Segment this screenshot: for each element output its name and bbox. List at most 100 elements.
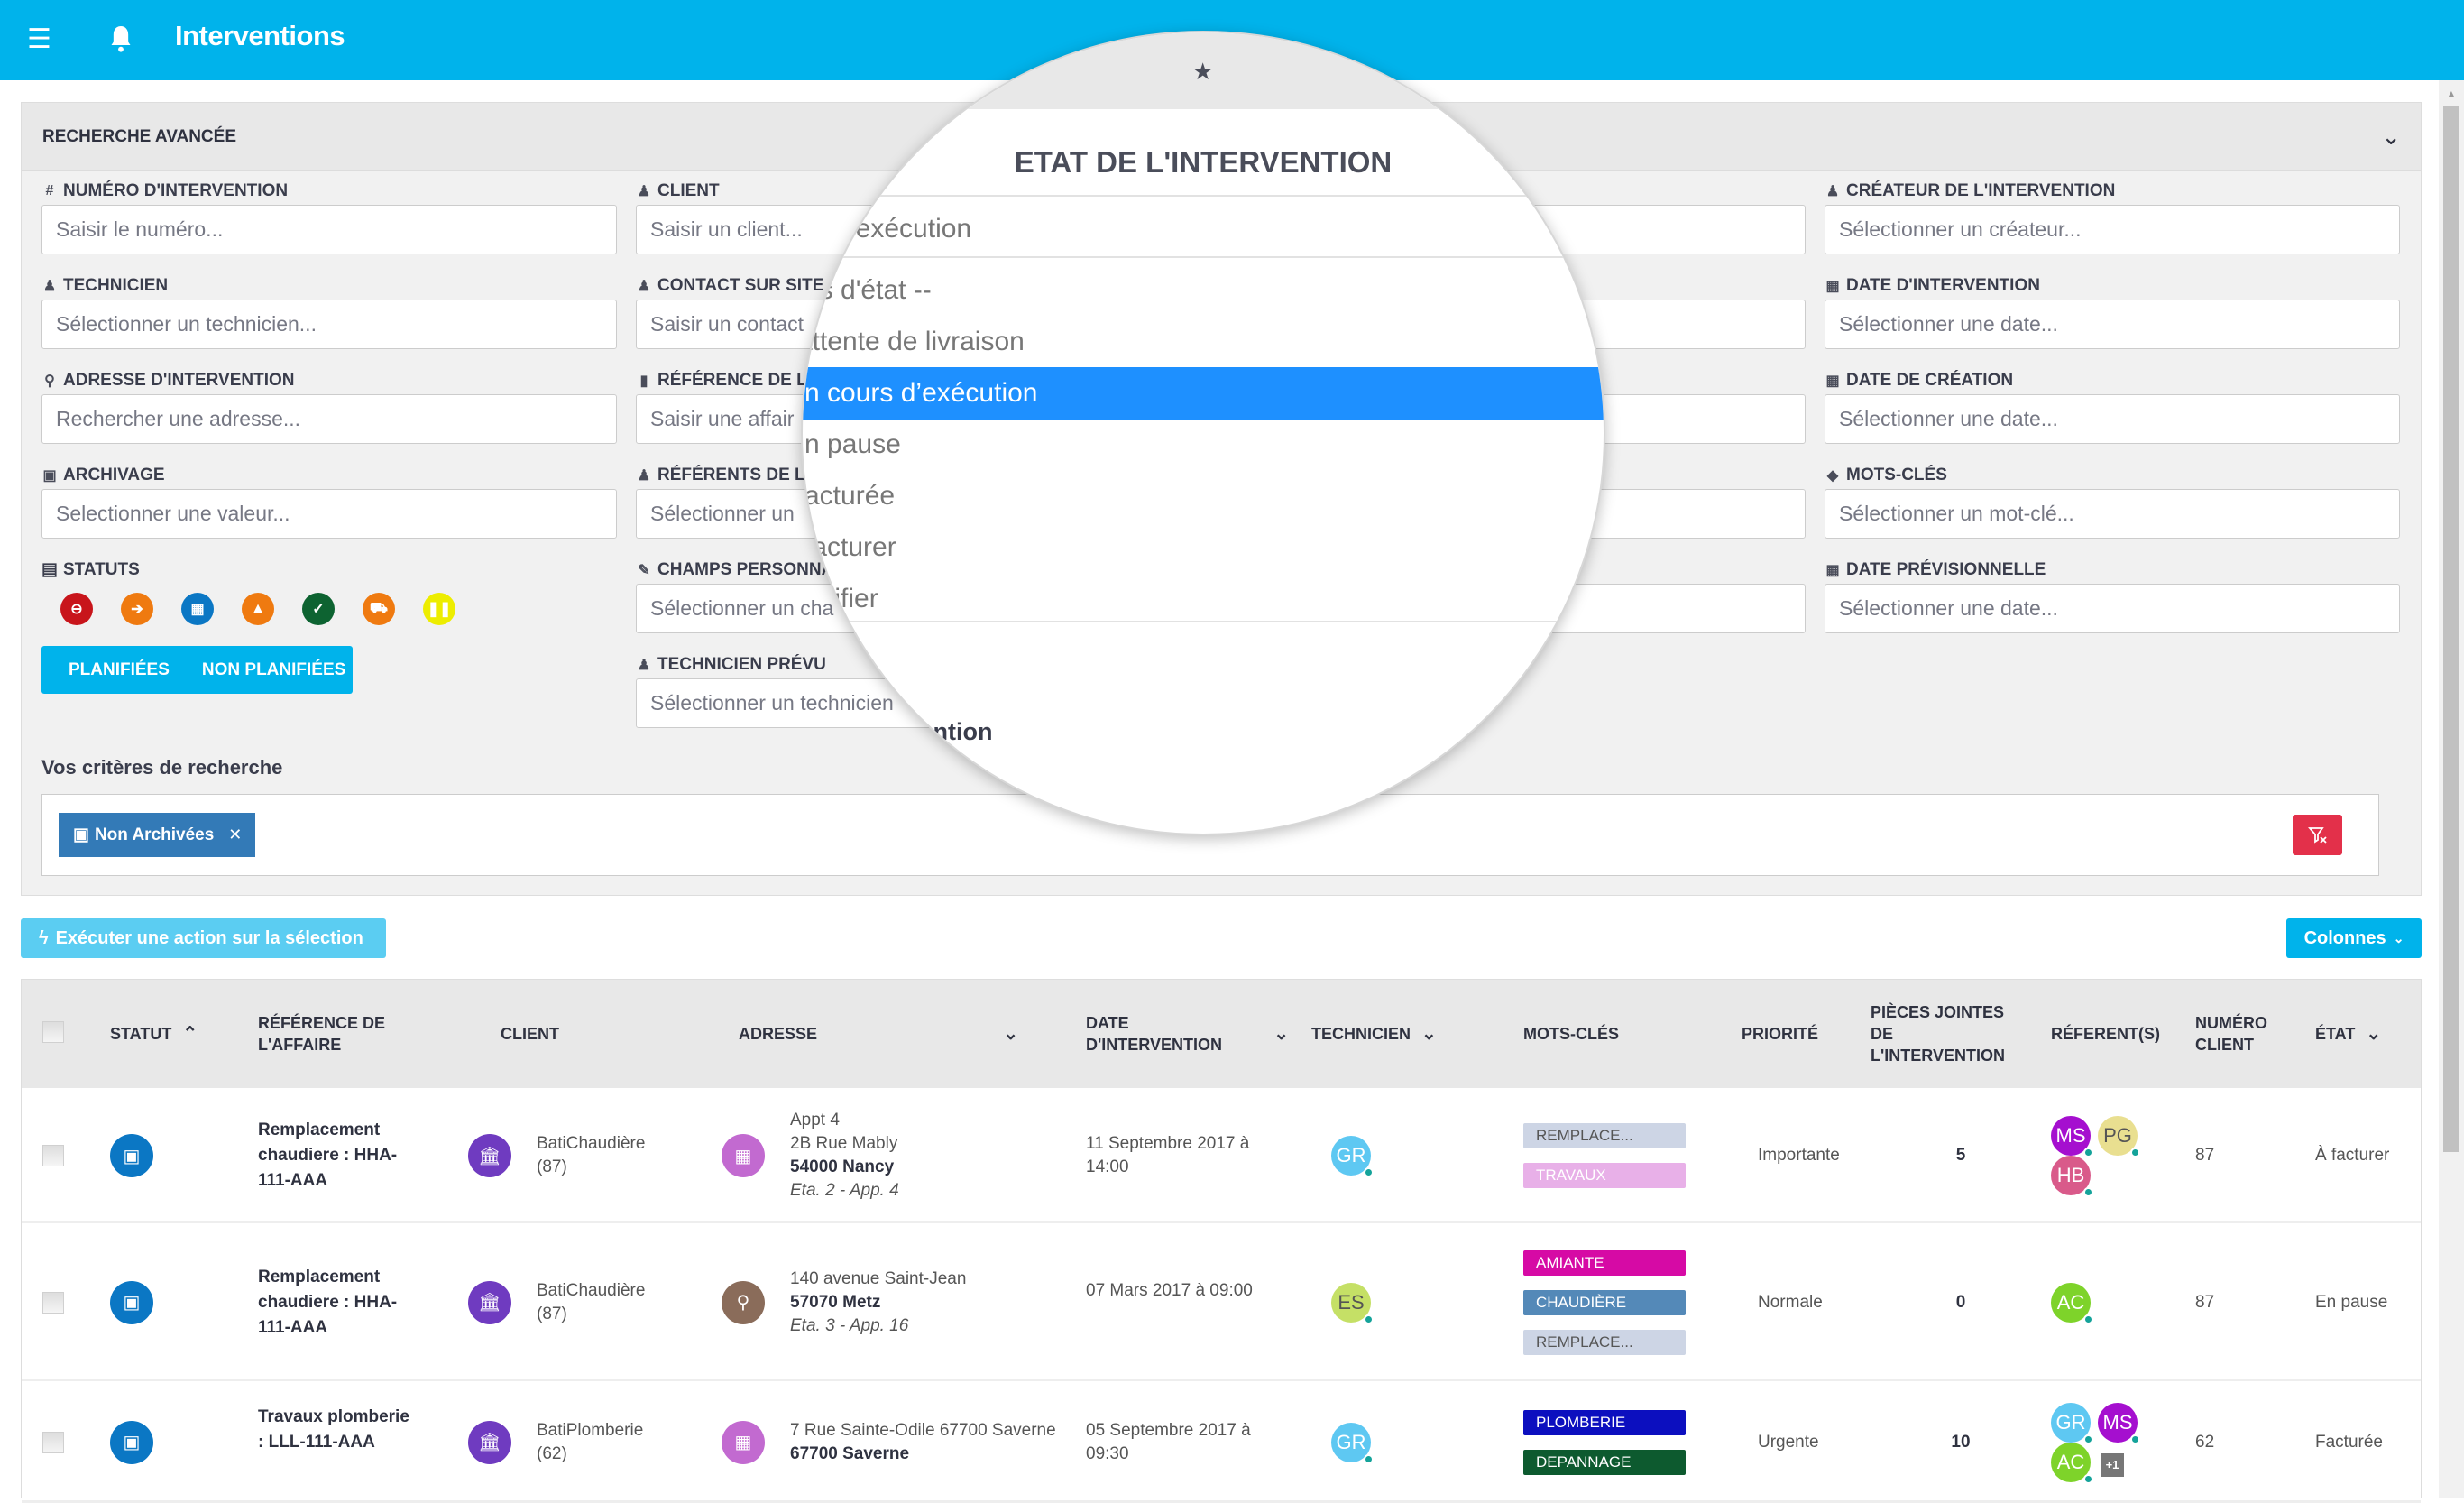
state-option[interactable]: facturer [803,521,1604,574]
field-icon: ⚲ [44,373,55,389]
technician-avatar[interactable]: GR [1331,1422,1374,1464]
technician-avatar[interactable]: ES [1331,1282,1374,1324]
search-input[interactable] [41,489,617,539]
institution-icon: 🏛 [468,1280,511,1324]
star-icon[interactable]: ★ [1192,58,1213,86]
column-header-statut[interactable]: STATUT ⌃ [110,980,198,1088]
affaire-reference[interactable]: Remplacement chaudiere : HHA-111-AAA [258,1265,416,1341]
technician-avatar[interactable]: GR [1331,1136,1374,1177]
hamburger-icon[interactable]: ☰ [27,26,56,53]
search-input[interactable] [1825,394,2400,444]
column-header-technicien[interactable]: TECHNICIEN ⌄ [1311,980,1437,1088]
table-row[interactable]: ▣ Travaux plomberie : LLL-111-AAA 🏛 Bati… [22,1381,2421,1503]
avatar-initials: AC [2056,1290,2085,1314]
car-status-icon[interactable]: ⛟ [363,593,395,625]
state-dropdown-input[interactable]: rs d’exécution [803,203,1604,255]
pause-status-icon[interactable]: ❚❚ [423,593,455,625]
search-input[interactable] [41,394,617,444]
search-input[interactable] [1825,489,2400,539]
field-label-text: ADRESSE D'INTERVENTION [63,371,295,390]
magnifier-toolbar: ★ [803,32,1604,109]
column-header-etat[interactable]: ÉTAT ⌄ [2315,980,2381,1088]
referent-avatar[interactable]: MS [2098,1402,2140,1444]
scroll-up-icon[interactable]: ▲ [2446,88,2457,100]
affaire-reference[interactable]: Travaux plomberie : LLL-111-AAA [258,1405,416,1455]
field-label-text: NUMÉRO D'INTERVENTION [63,181,289,200]
cancelled-status-icon[interactable]: ⊖ [60,593,93,625]
search-input[interactable] [41,300,617,349]
online-indicator [2130,1148,2140,1157]
criteria-chip[interactable]: ▣ Non Archivées ✕ [59,813,255,857]
state-option[interactable]: acturée [803,470,1604,522]
keyword-tag[interactable]: TRAVAUX [1523,1163,1686,1188]
scheduled-status-icon[interactable]: ▦ [181,593,214,625]
search-input[interactable] [1825,584,2400,633]
search-field: ▣ ARCHIVAGE [41,465,617,539]
field-label-text: TECHNICIEN PRÉVU [657,655,826,674]
warning-status-icon[interactable]: ▲ [242,593,274,625]
keyword-tag[interactable]: PLOMBERIE [1523,1409,1686,1435]
bulk-action-button[interactable]: ϟ Exécuter une action sur la sélection [21,918,386,958]
search-input[interactable] [1825,300,2400,349]
keyword-tag[interactable]: REMPLACE... [1523,1329,1686,1355]
search-input[interactable] [1825,205,2400,254]
keyword-tag[interactable]: CHAUDIÈRE [1523,1289,1686,1315]
calendar-status-icon[interactable]: ▣ [110,1420,153,1464]
more-referents-badge[interactable]: +1 [2101,1452,2124,1477]
row-checkbox[interactable] [42,1431,64,1453]
referent-avatar[interactable]: PG [2098,1116,2140,1157]
referent-avatar[interactable]: AC [2051,1442,2093,1484]
chevron-down-icon[interactable]: ⌄ [2381,123,2401,151]
arrow-status-icon[interactable]: ➔ [121,593,153,625]
search-input[interactable] [41,205,617,254]
state-option[interactable]: attente de livraison [803,316,1596,368]
affaire-reference[interactable]: Remplacement chaudiere : HHA-111-AAA [258,1118,416,1194]
priority: Importante [1758,1146,1840,1165]
advanced-search-title: RECHERCHE AVANCÉE [42,127,237,146]
referent-avatar[interactable]: GR [2051,1402,2093,1444]
page-scrollbar[interactable]: ▲ [2439,80,2464,1498]
keyword-tag[interactable]: AMIANTE [1523,1249,1686,1276]
attachments-count[interactable]: 5 [1934,1144,1988,1167]
column-header-adresse[interactable]: ADRESSE ⌄ [739,980,1018,1088]
columns-button[interactable]: Colonnes ⌄ [2286,918,2422,958]
bell-icon[interactable] [108,23,133,54]
close-icon[interactable]: ✕ [228,825,242,844]
client-name[interactable]: BatiChaudière (87) [537,1279,645,1326]
chevron-down-icon: ⌄ [1273,1024,1289,1044]
client-label: BatiPlomberie [537,1420,644,1440]
table-row[interactable]: ▣ Remplacement chaudiere : HHA-111-AAA 🏛… [22,1223,2421,1381]
select-all-checkbox[interactable] [42,1021,64,1043]
unplanned-button[interactable]: NON PLANIFIÉES [170,660,345,680]
scrollbar-thumb[interactable] [2443,106,2459,1152]
planned-button[interactable]: PLANIFIÉES [41,660,170,680]
client-number: 62 [2195,1432,2215,1452]
field-label: ▦ DATE PRÉVISIONNELLE [1825,559,2400,581]
state-option[interactable]: as d'état -- [803,264,1604,317]
online-indicator [1364,1314,1374,1324]
referent-avatar[interactable]: MS [2051,1116,2093,1157]
client-name[interactable]: BatiPlomberie (62) [537,1419,643,1466]
state-option[interactable]: anifier [803,573,1604,625]
planning-toggle: PLANIFIÉES NON PLANIFIÉES [41,646,353,694]
attachments-count[interactable]: 0 [1934,1291,1988,1314]
online-indicator [2083,1434,2093,1444]
calendar-status-icon[interactable]: ▣ [110,1134,153,1177]
clear-filters-button[interactable] [2293,815,2342,855]
row-checkbox[interactable] [42,1145,64,1166]
referent-avatar[interactable]: AC [2051,1282,2093,1324]
calendar-status-icon[interactable]: ▣ [110,1280,153,1324]
column-header-date[interactable]: DATE D'INTERVENTION ⌄ [1086,980,1289,1088]
done-status-icon[interactable]: ✓ [302,593,335,625]
keyword-tag[interactable]: DEPANNAGE [1523,1449,1686,1475]
attachments-count[interactable]: 10 [1934,1431,1988,1454]
field-icon: ✎ [638,563,650,578]
client-name[interactable]: BatiChaudière (87) [537,1132,645,1179]
table-row[interactable]: ▣ Remplacement chaudiere : HHA-111-AAA 🏛… [22,1088,2421,1223]
keyword-tag[interactable]: REMPLACE... [1523,1123,1686,1148]
state-option[interactable]: n cours d’exécution [803,367,1604,420]
column-label: RÉFERENT(S) [2051,1025,2160,1043]
state-option[interactable]: n pause [803,419,1604,471]
referent-avatar[interactable]: HB [2051,1156,2093,1197]
row-checkbox[interactable] [42,1291,64,1314]
